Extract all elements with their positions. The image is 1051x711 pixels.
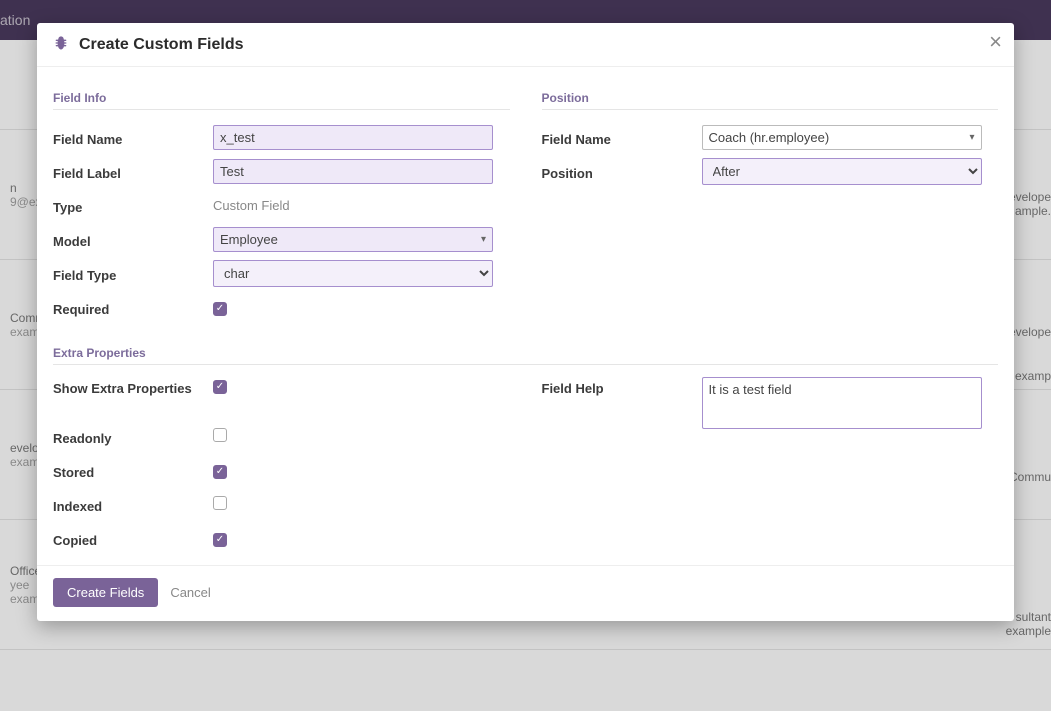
section-title-extra: Extra Properties — [53, 346, 998, 365]
show-extra-checkbox[interactable] — [213, 380, 227, 394]
extra-left: Show Extra Properties Readonly Stored — [53, 375, 510, 555]
model-select[interactable]: Employee ▾ — [213, 227, 493, 252]
copied-checkbox[interactable] — [213, 533, 227, 547]
section-title-position: Position — [542, 91, 999, 110]
type-value: Custom Field — [213, 198, 290, 213]
position-section: Position Field Name Coach (hr.employee) … — [542, 91, 999, 324]
indexed-checkbox[interactable] — [213, 496, 227, 510]
cancel-button[interactable]: Cancel — [170, 585, 210, 600]
label-readonly: Readonly — [53, 427, 213, 446]
position-select[interactable]: After — [702, 158, 982, 185]
create-fields-button[interactable]: Create Fields — [53, 578, 158, 607]
modal-footer: Create Fields Cancel — [37, 565, 1014, 621]
chevron-down-icon: ▾ — [481, 234, 486, 245]
extra-right: Field Help — [542, 375, 999, 555]
position-field-name-value: Coach (hr.employee) — [709, 130, 830, 145]
field-help-textarea[interactable] — [702, 377, 982, 429]
position-field-name-select[interactable]: Coach (hr.employee) ▾ — [702, 125, 982, 150]
create-custom-fields-modal: Create Custom Fields × Field Info Field … — [37, 23, 1014, 621]
chevron-down-icon: ▾ — [969, 132, 974, 143]
modal-header: Create Custom Fields × — [37, 23, 1014, 67]
label-show-extra: Show Extra Properties — [53, 377, 213, 396]
label-required: Required — [53, 298, 213, 317]
label-field-help: Field Help — [542, 377, 702, 396]
close-icon[interactable]: × — [989, 31, 1002, 53]
label-position-field-name: Field Name — [542, 128, 702, 147]
bug-icon — [53, 35, 69, 54]
field-label-input[interactable] — [213, 159, 493, 184]
required-checkbox[interactable] — [213, 302, 227, 316]
modal-title: Create Custom Fields — [79, 36, 243, 54]
field-type-select[interactable]: char — [213, 260, 493, 287]
label-stored: Stored — [53, 461, 213, 480]
label-field-name: Field Name — [53, 128, 213, 147]
label-field-label: Field Label — [53, 162, 213, 181]
readonly-checkbox[interactable] — [213, 428, 227, 442]
modal-body: Field Info Field Name Field Label Type — [37, 67, 1014, 565]
section-title-field-info: Field Info — [53, 91, 510, 110]
label-type: Type — [53, 196, 213, 215]
stored-checkbox[interactable] — [213, 465, 227, 479]
model-select-value: Employee — [220, 232, 278, 247]
label-model: Model — [53, 230, 213, 249]
field-info-section: Field Info Field Name Field Label Type — [53, 91, 510, 324]
label-field-type: Field Type — [53, 264, 213, 283]
label-position: Position — [542, 162, 702, 181]
label-copied: Copied — [53, 529, 213, 548]
field-name-input[interactable] — [213, 125, 493, 150]
label-indexed: Indexed — [53, 495, 213, 514]
